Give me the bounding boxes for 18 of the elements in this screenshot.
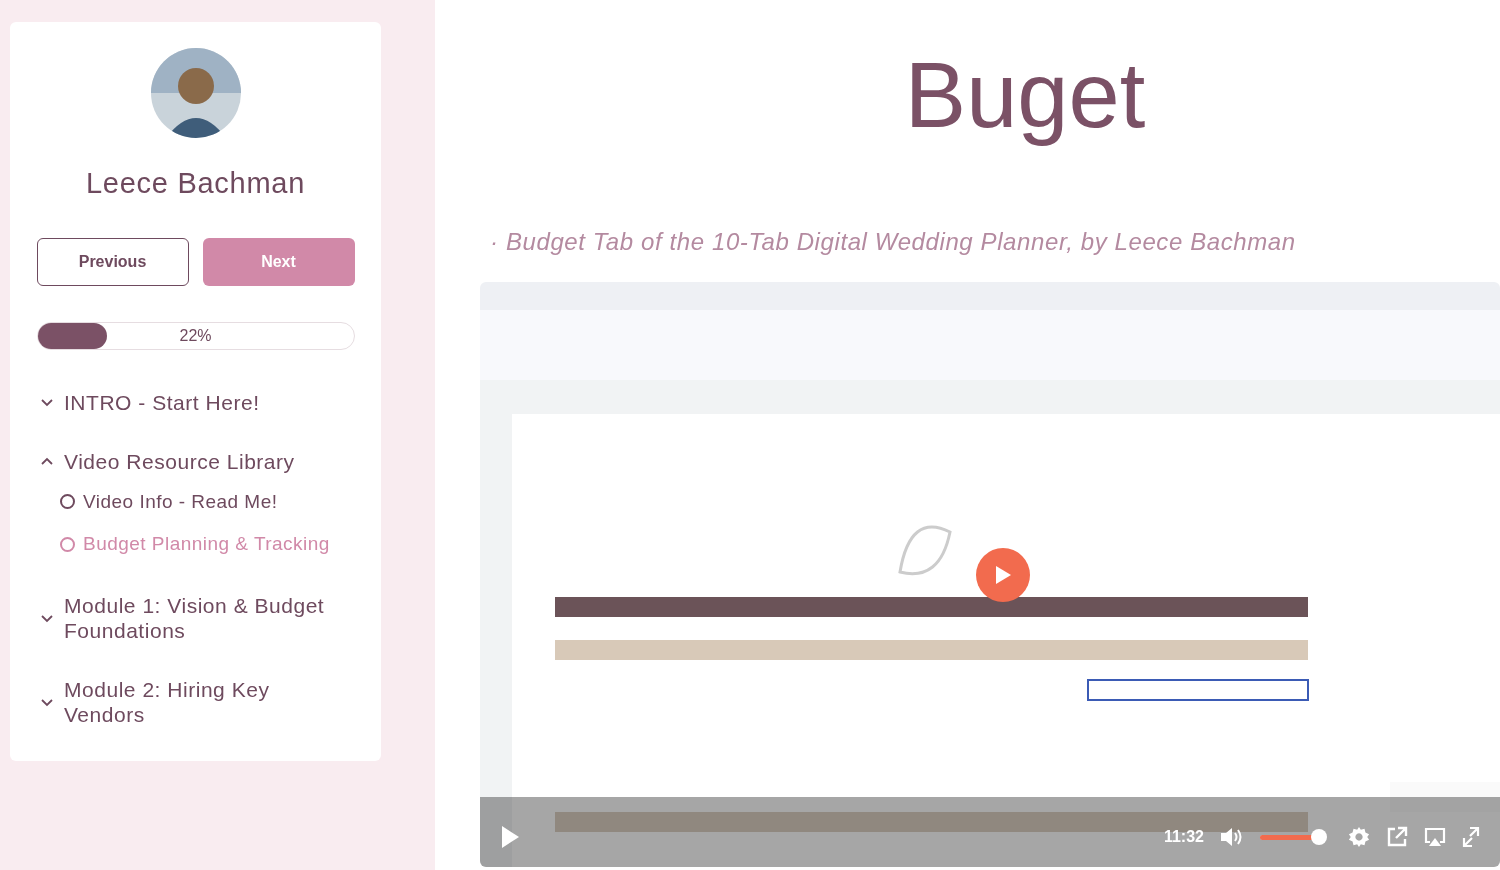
- external-link-icon[interactable]: [1386, 826, 1408, 848]
- lesson-item[interactable]: Video Info - Read Me!: [40, 487, 351, 516]
- volume-icon[interactable]: [1220, 826, 1244, 848]
- video-time: 11:32: [1163, 827, 1204, 847]
- progress-reading: 22%: [178, 325, 213, 346]
- module-header[interactable]: INTRO - Start Here!: [40, 389, 351, 415]
- lesson-caption: · Budget Tab of the 10-Tab Digital Wedding Planner, by Leece Bachman: [490, 227, 1297, 257]
- fullscreen-icon[interactable]: [1462, 826, 1480, 848]
- instructor-name: Leece Bachman: [86, 166, 305, 201]
- module-header[interactable]: Module 1: Vision & Budget Foundations: [40, 592, 351, 643]
- airplay-icon[interactable]: [1424, 826, 1446, 848]
- settings-icon[interactable]: [1348, 826, 1370, 848]
- module-header[interactable]: Video Resource Library: [40, 448, 351, 474]
- previous-button[interactable]: Previous: [36, 237, 189, 286]
- play-icon: [993, 564, 1013, 586]
- play-icon[interactable]: [500, 825, 520, 849]
- module-header[interactable]: Module 2: Hiring Key Vendors: [40, 676, 351, 727]
- lesson-title: Buget: [904, 43, 1146, 148]
